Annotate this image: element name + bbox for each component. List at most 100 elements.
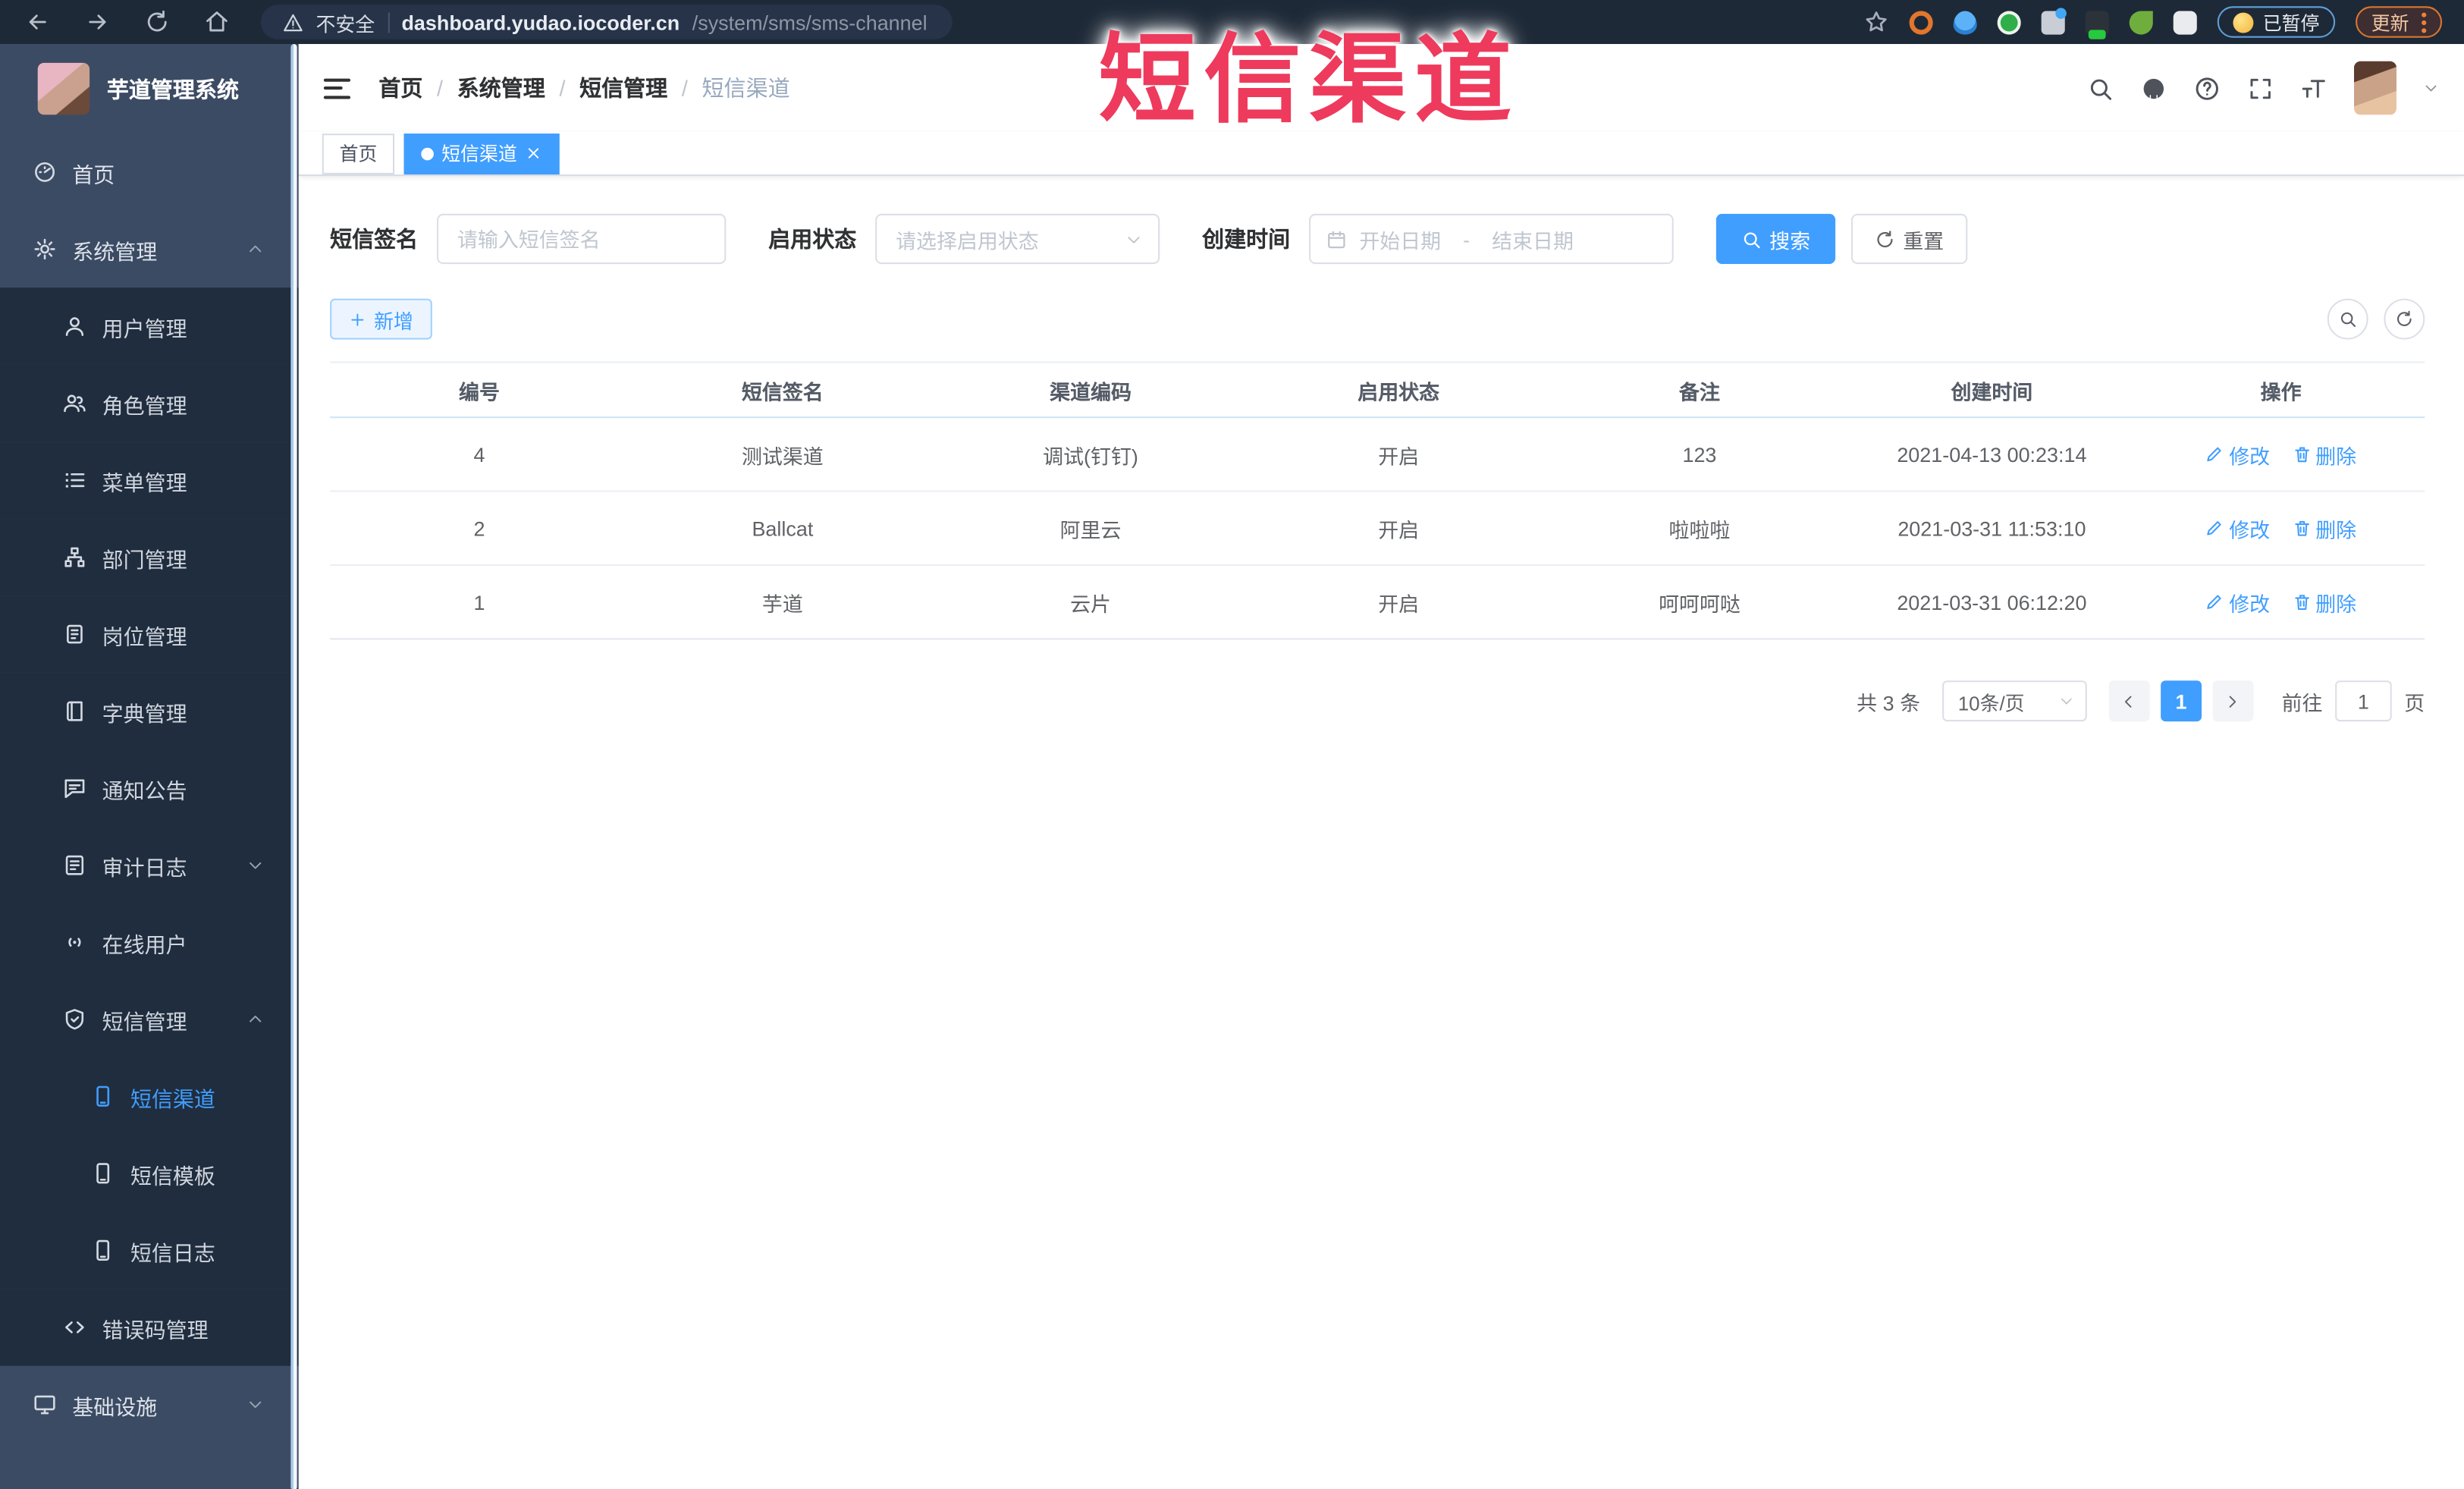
delete-button[interactable]: 删除 — [2292, 514, 2356, 543]
sidebar-item-label: 角色管理 — [102, 394, 187, 418]
table-body: 4 测试渠道 调试(钉钉) 开启 123 2021-04-13 00:23:14 修改 删除 2… — [330, 417, 2425, 640]
sidebar-item-label: 短信模板 — [130, 1164, 215, 1188]
sidebar-item-notice[interactable]: 通知公告 — [0, 749, 299, 827]
ext-blue-pin-icon[interactable] — [1953, 10, 1977, 34]
table-header-row: 编号 短信签名 渠道编码 启用状态 备注 创建时间 操作 — [330, 361, 2425, 419]
page-size-select[interactable]: 10条/页 — [1942, 680, 2087, 722]
sidebar-item-sms-template[interactable]: 短信模板 — [0, 1135, 299, 1212]
date-range-picker[interactable]: 开始日期 - 结束日期 — [1309, 213, 1674, 265]
sidebar-item-label: 通知公告 — [102, 778, 187, 803]
paused-extension-badge[interactable]: 已暂停 — [2217, 6, 2336, 38]
sidebar-item-dept[interactable]: 部门管理 — [0, 518, 299, 596]
delete-button[interactable]: 删除 — [2292, 439, 2356, 469]
sidebar-item-sms-log[interactable]: 短信日志 — [0, 1211, 299, 1290]
app-logo — [37, 62, 90, 115]
add-button[interactable]: 新增 — [330, 298, 432, 340]
back-icon[interactable] — [25, 9, 50, 34]
ext-white-puzzle-icon[interactable] — [2173, 10, 2197, 34]
sidebar-item-sms-channel[interactable]: 短信渠道 — [0, 1057, 299, 1136]
browser-update-button[interactable]: 更新 — [2356, 6, 2443, 38]
cell-actions: 修改 删除 — [2137, 417, 2425, 492]
bookmark-star-icon[interactable] — [1863, 9, 1888, 34]
refresh-table-button[interactable] — [2384, 298, 2425, 340]
search-icon — [2338, 309, 2357, 328]
avatar[interactable] — [2354, 61, 2397, 115]
sidebar-item-menu[interactable]: 菜单管理 — [0, 441, 299, 519]
sidebar-item-label: 字典管理 — [102, 702, 187, 726]
ext-dark-on-badge-icon[interactable] — [2085, 10, 2109, 39]
sidebar-item-sms[interactable]: 短信管理 — [0, 980, 299, 1058]
cell-id: 4 — [330, 417, 629, 492]
tab-home[interactable]: 首页 — [322, 133, 395, 174]
logo-row[interactable]: 芋道管理系统 — [0, 44, 299, 134]
search-button[interactable]: 搜索 — [1715, 213, 1836, 265]
edit-button-label: 修改 — [2229, 592, 2271, 616]
sidebar-scrollbar[interactable] — [290, 44, 297, 1489]
chevron-up-icon — [246, 1010, 264, 1028]
edit-button[interactable]: 修改 — [2205, 514, 2270, 543]
page-number-button[interactable]: 1 — [2161, 680, 2202, 722]
prev-page-button[interactable] — [2108, 680, 2150, 722]
sidebar-item-audit-log[interactable]: 审计日志 — [0, 826, 299, 904]
goto-page-input[interactable] — [2335, 680, 2392, 722]
sidebar-item-user[interactable]: 用户管理 — [0, 287, 299, 365]
cell-sign: 测试渠道 — [628, 417, 937, 492]
cell-created: 2021-04-13 00:23:14 — [1846, 417, 2138, 492]
chevron-down-icon[interactable] — [2423, 80, 2439, 96]
delete-button-label: 删除 — [2315, 444, 2357, 468]
forward-icon[interactable] — [85, 9, 110, 34]
current-page: 1 — [2175, 689, 2187, 713]
status-select[interactable]: 请选择启用状态 — [875, 213, 1160, 265]
reload-icon[interactable] — [145, 9, 170, 34]
sidebar-item-label: 系统管理 — [72, 239, 158, 264]
column-header: 备注 — [1552, 361, 1847, 419]
sidebar-item-online-user[interactable]: 在线用户 — [0, 903, 299, 981]
sidebar-item-post[interactable]: 岗位管理 — [0, 595, 299, 673]
chevron-up-icon — [246, 240, 264, 258]
edit-button[interactable]: 修改 — [2205, 587, 2270, 617]
screen: 不安全 dashboard.yudao.iocoder.cn/system/sm… — [0, 0, 2464, 1489]
start-date-placeholder: 开始日期 — [1359, 228, 1442, 253]
sidebar-item-system[interactable]: 系统管理 — [0, 211, 299, 288]
sidebar-item-label: 用户管理 — [102, 316, 187, 341]
toggle-search-button[interactable] — [2327, 298, 2368, 340]
ext-green-check-icon[interactable] — [1997, 10, 2021, 34]
cell-status: 开启 — [1245, 564, 1553, 640]
font-size-icon[interactable] — [2301, 74, 2327, 101]
ext-orange-ring-icon[interactable] — [1909, 10, 1933, 34]
fullscreen-icon[interactable] — [2247, 74, 2274, 101]
docs-question-icon[interactable] — [2194, 74, 2221, 101]
browser-menu-icon[interactable] — [2422, 11, 2427, 33]
delete-button-label: 删除 — [2315, 517, 2357, 542]
sidebar-item-label: 短信日志 — [130, 1240, 215, 1265]
breadcrumb-item[interactable]: 系统管理 — [457, 72, 545, 103]
next-page-button[interactable] — [2212, 680, 2254, 722]
page-unit-label: 页 — [2404, 690, 2425, 715]
close-icon[interactable] — [525, 145, 542, 162]
delete-button[interactable]: 删除 — [2292, 587, 2356, 617]
tab-label: 首页 — [339, 143, 378, 165]
sign-input[interactable] — [437, 213, 727, 265]
trash-icon — [2292, 592, 2311, 611]
collapse-sidebar-icon[interactable] — [323, 77, 351, 99]
sidebar-item-error-code[interactable]: 错误码管理 — [0, 1289, 299, 1366]
edit-button[interactable]: 修改 — [2205, 439, 2270, 469]
ext-green-leaf-icon[interactable] — [2129, 10, 2153, 34]
sidebar-item-infra[interactable]: 基础设施 — [0, 1366, 299, 1443]
shield-icon — [63, 1007, 86, 1031]
sidebar-item-home[interactable]: 首页 — [0, 134, 299, 211]
address-bar[interactable]: 不安全 dashboard.yudao.iocoder.cn/system/sm… — [260, 5, 953, 39]
sidebar-item-label: 基础设施 — [72, 1394, 158, 1419]
sidebar-item-role[interactable]: 角色管理 — [0, 364, 299, 442]
breadcrumb-item[interactable]: 首页 — [378, 72, 422, 103]
search-icon[interactable] — [2087, 74, 2114, 101]
breadcrumb-item[interactable]: 短信管理 — [579, 72, 667, 103]
tab-sms-channel[interactable]: 短信渠道 — [403, 133, 560, 174]
browser-home-icon[interactable] — [204, 9, 229, 34]
github-icon[interactable] — [2140, 74, 2167, 101]
header-actions — [2087, 61, 2439, 115]
sidebar-item-dict[interactable]: 字典管理 — [0, 672, 299, 750]
reset-button[interactable]: 重置 — [1850, 213, 1968, 265]
ext-gray-blue-dot-icon[interactable] — [2041, 7, 2067, 34]
phone-icon — [91, 1085, 115, 1108]
